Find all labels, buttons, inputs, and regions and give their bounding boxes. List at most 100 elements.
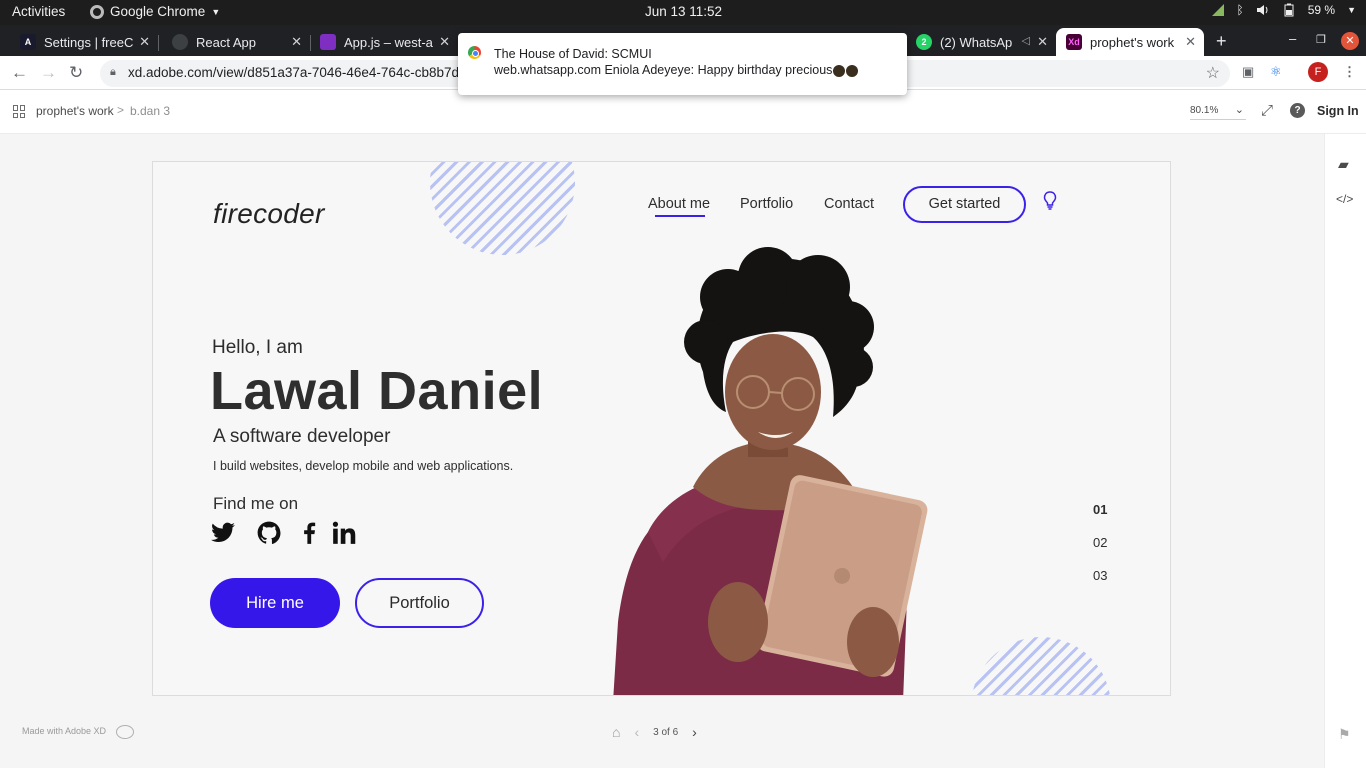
chrome-menu-icon[interactable]: ⋮ xyxy=(1343,64,1356,80)
xd-viewer-header: prophet's work > b.dan 3 80.1% ⌄ ⤢ ? Sig… xyxy=(0,90,1366,134)
code-icon[interactable]: </> xyxy=(1336,192,1353,206)
logo[interactable]: firecoder xyxy=(213,198,325,230)
notification-body: web.whatsapp.com Eniola Adeyeye: Happy b… xyxy=(494,63,859,77)
get-started-button[interactable]: Get started xyxy=(903,186,1026,223)
tab-title: React App xyxy=(196,34,256,50)
tab-settings[interactable]: A Settings | freeC ✕ xyxy=(10,28,158,56)
nav-about[interactable]: About me xyxy=(648,196,710,212)
tab-title: App.js – west-a xyxy=(344,34,433,50)
flag-icon[interactable]: ⚑ xyxy=(1338,726,1351,743)
slide-number-active[interactable]: 01 xyxy=(1093,502,1107,517)
window-close-button[interactable]: ✕ xyxy=(1341,32,1359,50)
stackblitz-icon xyxy=(320,34,336,50)
chevron-down-icon: ▼ xyxy=(211,6,221,17)
battery-percent: 59 % xyxy=(1307,3,1336,17)
decorative-stripes xyxy=(971,637,1111,695)
close-icon[interactable]: ✕ xyxy=(139,34,150,50)
tab-appjs[interactable]: App.js – west-a ✕ xyxy=(310,28,458,56)
minimize-button[interactable]: – xyxy=(1289,31,1296,46)
breadcrumb-separator: > xyxy=(117,103,125,117)
extension-icon[interactable]: ▣ xyxy=(1242,64,1254,80)
react-devtools-icon[interactable]: ⚛ xyxy=(1270,64,1282,80)
breadcrumb-page: b.dan 3 xyxy=(130,104,171,118)
bookmark-star-icon[interactable]: ☆ xyxy=(1206,63,1220,83)
system-top-bar: Activities Google Chrome ▼ Jun 13 11:52 … xyxy=(0,0,1366,25)
clock[interactable]: Jun 13 11:52 xyxy=(645,4,722,19)
facebook-icon[interactable] xyxy=(296,520,322,546)
system-tray[interactable]: ᛒ 59 % ▼ xyxy=(1211,3,1356,17)
lock-icon[interactable]: 🔒︎ xyxy=(110,66,116,79)
tab-react-app[interactable]: React App ✕ xyxy=(162,28,310,56)
angular-icon: A xyxy=(20,34,36,50)
hero-photo xyxy=(613,247,928,695)
close-icon[interactable]: ✕ xyxy=(291,34,302,50)
tab-title: prophet's work xyxy=(1090,34,1175,50)
app-name: Google Chrome xyxy=(110,4,206,19)
slide-number[interactable]: 03 xyxy=(1093,568,1107,583)
back-button[interactable]: ← xyxy=(11,63,28,83)
breadcrumb-project[interactable]: prophet's work xyxy=(36,104,114,118)
tab-whatsapp[interactable]: 2 (2) WhatsAp ◁ ✕ xyxy=(906,28,1056,56)
network-icon xyxy=(1211,4,1224,16)
maximize-button[interactable]: ❐ xyxy=(1316,33,1326,46)
speaker-icon[interactable]: ◁ xyxy=(1022,34,1030,47)
hero-description: I build websites, develop mobile and web… xyxy=(213,459,514,473)
tab-title: (2) WhatsAp xyxy=(940,34,1013,50)
next-page-button[interactable]: › xyxy=(692,724,697,740)
hire-me-button[interactable]: Hire me xyxy=(210,578,340,628)
zoom-value: 80.1% xyxy=(1190,105,1219,116)
activities-button[interactable]: Activities xyxy=(12,4,65,19)
linkedin-icon[interactable] xyxy=(331,520,357,546)
lightbulb-icon[interactable] xyxy=(1043,191,1057,211)
profile-avatar[interactable]: F xyxy=(1308,62,1328,82)
emoji-icon xyxy=(846,64,859,77)
github-icon[interactable] xyxy=(256,520,282,546)
creative-cloud-icon xyxy=(116,725,134,739)
emoji-icon xyxy=(833,64,846,77)
sign-in-link[interactable]: Sign In xyxy=(1317,104,1359,118)
tab-prophets-work[interactable]: Xd prophet's work ✕ xyxy=(1056,28,1204,56)
nav-contact[interactable]: Contact xyxy=(824,196,874,212)
tab-title: Settings | freeC xyxy=(44,34,134,50)
hero-greeting: Hello, I am xyxy=(212,337,303,358)
previous-page-button[interactable]: ‹ xyxy=(634,724,639,740)
twitter-icon[interactable] xyxy=(210,520,236,546)
artboard: firecoder About me Portfolio Contact Get… xyxy=(152,161,1171,696)
decorative-stripes xyxy=(430,162,575,255)
comment-icon[interactable]: ▰ xyxy=(1338,156,1349,173)
nav-active-indicator xyxy=(655,215,705,217)
url-text[interactable]: xd.adobe.com/view/d851a37a-7046-46e4-764… xyxy=(128,65,482,80)
help-icon[interactable]: ? xyxy=(1290,103,1305,118)
forward-button[interactable]: → xyxy=(40,63,57,83)
close-icon[interactable]: ✕ xyxy=(1037,34,1048,50)
notification-popup[interactable]: The House of David: SCMUI web.whatsapp.c… xyxy=(458,33,907,95)
battery-icon xyxy=(1284,3,1294,17)
chevron-down-icon: ⌄ xyxy=(1234,104,1244,116)
close-icon[interactable]: ✕ xyxy=(1185,34,1196,50)
bluetooth-icon: ᛒ xyxy=(1236,3,1244,17)
nav-portfolio[interactable]: Portfolio xyxy=(740,196,793,212)
grid-view-icon[interactable] xyxy=(13,105,26,118)
portfolio-button[interactable]: Portfolio xyxy=(355,578,484,628)
whatsapp-icon: 2 xyxy=(916,34,932,50)
close-icon[interactable]: ✕ xyxy=(439,34,450,50)
right-rail: ▰ </> ⚑ xyxy=(1324,134,1366,768)
hero-role: A software developer xyxy=(213,426,391,447)
page-navigation: ⌂ ‹ 3 of 6 › xyxy=(612,724,697,740)
made-with-xd[interactable]: Made with Adobe XD xyxy=(22,726,106,736)
adobe-xd-icon: Xd xyxy=(1066,34,1082,50)
chrome-icon xyxy=(90,4,104,19)
slide-number[interactable]: 02 xyxy=(1093,535,1107,550)
fullscreen-icon[interactable]: ⤢ xyxy=(1261,102,1273,119)
home-icon[interactable]: ⌂ xyxy=(612,724,620,740)
app-menu[interactable]: Google Chrome ▼ xyxy=(90,4,220,19)
reload-button[interactable]: ↻ xyxy=(69,63,83,83)
find-me-label: Find me on xyxy=(213,494,299,513)
globe-icon xyxy=(172,34,188,50)
zoom-select[interactable]: 80.1% ⌄ xyxy=(1190,104,1246,120)
page-indicator: 3 of 6 xyxy=(653,726,679,738)
volume-icon xyxy=(1256,5,1268,15)
notification-title: The House of David: SCMUI xyxy=(494,47,652,61)
chrome-icon xyxy=(468,46,481,59)
new-tab-button[interactable]: + xyxy=(1216,31,1227,52)
